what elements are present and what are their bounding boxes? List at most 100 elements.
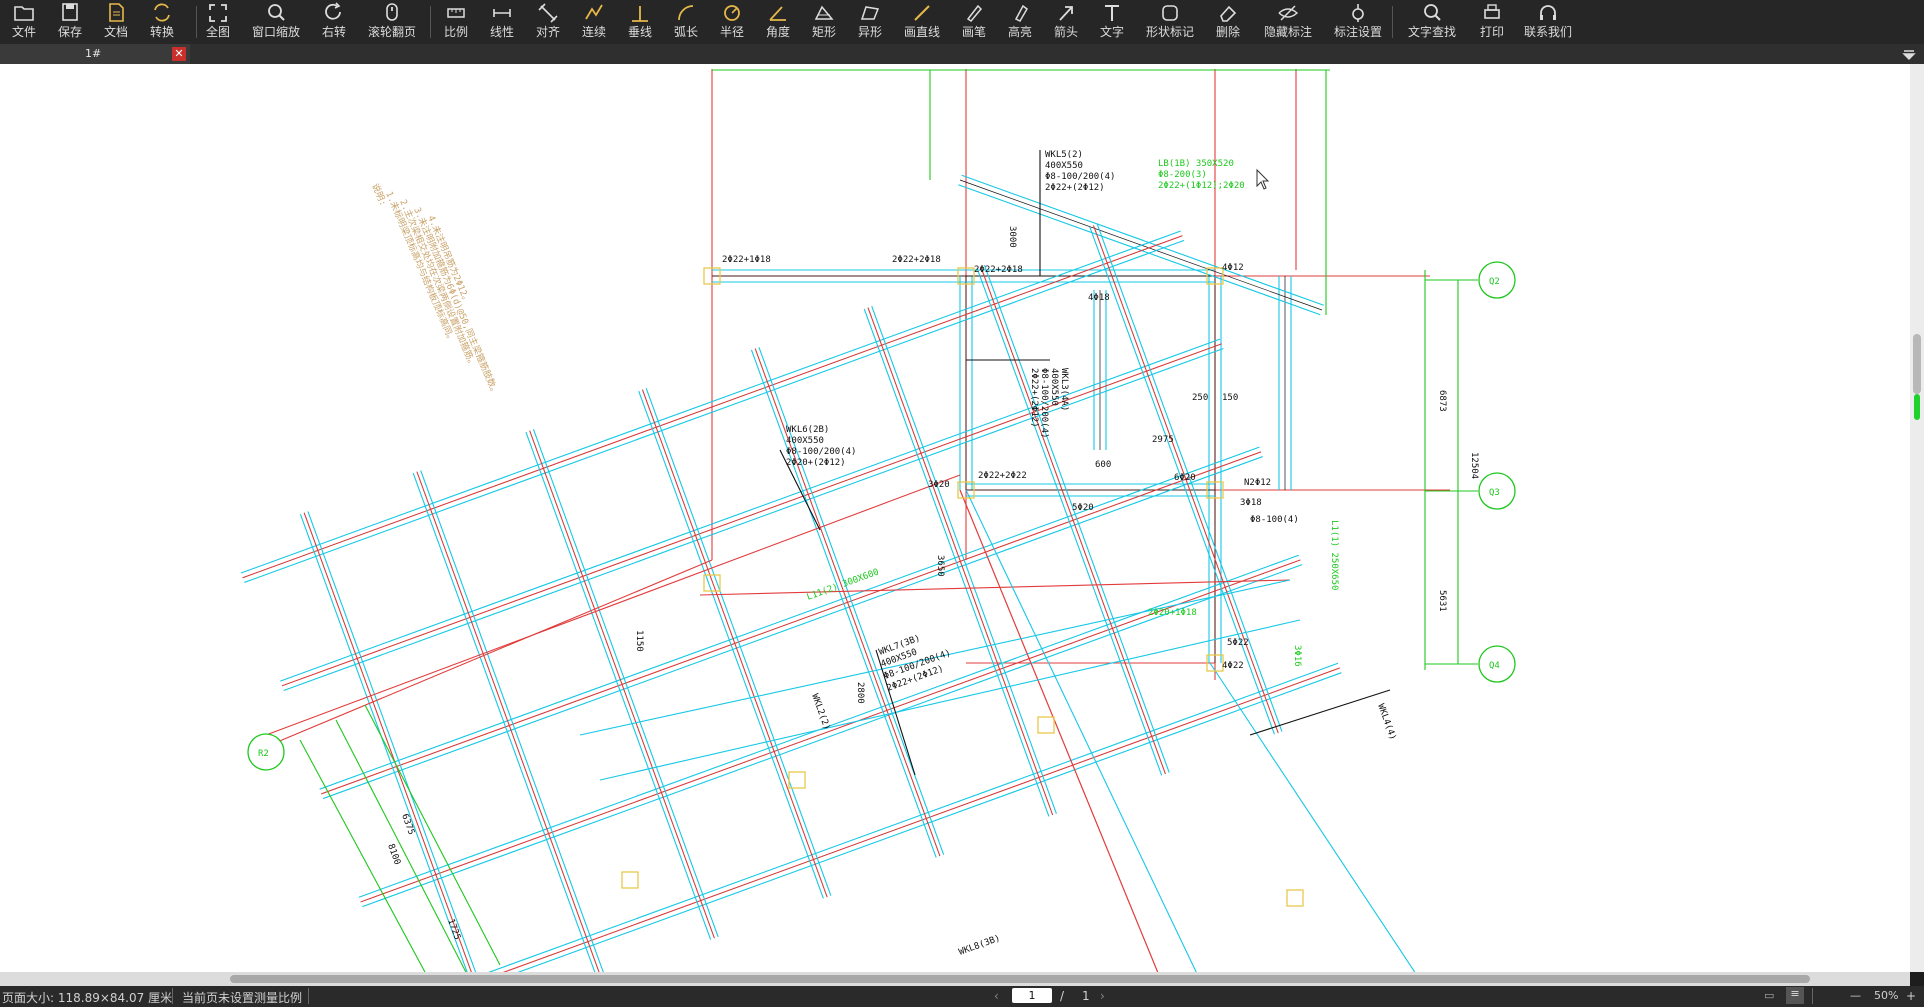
drawing-text: 1150: [634, 630, 644, 652]
drawing-line: [758, 347, 945, 855]
drawing-text: R2: [258, 749, 269, 759]
vertical-scrollbar[interactable]: [1910, 64, 1924, 972]
drawing-text: Q3: [1489, 488, 1500, 498]
document-tab-bar: 1# ✕: [0, 44, 1924, 64]
toolbar-button-linear-dim[interactable]: 线性: [486, 0, 518, 44]
drawing-text: 4Φ18: [1088, 293, 1110, 303]
arc-length-icon: [678, 5, 694, 21]
drawing-canvas[interactable]: Q2 Q3 Q4 R2 6873 12504 5631 6375 8100 1725 3000 365…: [0, 64, 1910, 972]
toolbar-button-angle[interactable]: 角度: [762, 0, 794, 44]
drawing-text: WKL4(4): [1375, 703, 1397, 742]
toolbar-button-headset[interactable]: 联系我们: [1519, 0, 1577, 44]
toolbar-button-convert[interactable]: 转换: [146, 0, 178, 44]
drawing-line: [416, 471, 600, 972]
mouse-cursor-icon: [1256, 168, 1270, 190]
page-number-input[interactable]: 1: [1012, 988, 1052, 1003]
zoom-level[interactable]: 50%: [1874, 989, 1898, 1002]
scale-status-label[interactable]: 当前页未设置测量比例: [182, 989, 302, 1006]
drawing-line: [525, 431, 712, 940]
toolbar-label: 形状标记: [1145, 25, 1194, 39]
toolbar-label: 滚轮翻页: [367, 25, 416, 39]
toolbar-button-annotation-settings[interactable]: 标注设置: [1329, 0, 1387, 44]
toolbar-button-rectangle-area[interactable]: 矩形: [808, 0, 840, 44]
status-divider: [1812, 988, 1813, 1004]
drawing-text: WKL6(2B): [786, 425, 829, 435]
drawing-text: 2Φ20+1Φ18: [1148, 608, 1197, 618]
drawing-text: 3.未注明附加箍筋为6Φ(d)@50,同主梁箍筋肢数。: [411, 205, 502, 397]
drawing-text: 250: [1192, 393, 1208, 403]
horizontal-scroll-thumb[interactable]: [230, 975, 1810, 983]
toolbar-button-zoom[interactable]: 窗口缩放: [247, 0, 305, 44]
prev-page-icon[interactable]: ‹: [994, 989, 999, 1003]
toolbar-label: 线性: [489, 25, 514, 39]
column-marker: [621, 871, 639, 889]
continuous-view-icon[interactable]: ≡: [1786, 987, 1804, 1004]
perpendicular-icon: [632, 6, 648, 22]
rotate-right-icon: [325, 2, 341, 20]
drawing-text: 12504: [1469, 452, 1479, 479]
toolbar-button-rotate-right[interactable]: 右转: [318, 0, 350, 44]
column-marker: [1037, 716, 1055, 734]
drawing-line: [983, 264, 1170, 773]
aligned-dim-icon: [538, 3, 558, 23]
zoom-out-button[interactable]: —: [1850, 989, 1861, 1002]
rectangle-area-icon: [814, 5, 834, 20]
vertical-scroll-thumb[interactable]: [1913, 334, 1921, 394]
drawing-text: 6375: [399, 813, 416, 837]
polygon-area-icon: [860, 6, 880, 20]
drawing-line: [364, 704, 501, 966]
toolbar-button-arc-length[interactable]: 弧长: [670, 0, 702, 44]
toolbar-button-highlight[interactable]: 高亮: [1004, 0, 1036, 44]
toolbar-label: 对齐: [535, 25, 560, 39]
toolbar-button-pen[interactable]: 画笔: [958, 0, 990, 44]
drawing-text: 3Φ20: [928, 480, 950, 490]
single-page-view-icon[interactable]: ▭: [1764, 989, 1774, 1002]
toolbar-button-aligned-dim[interactable]: 对齐: [532, 0, 564, 44]
toolbar-button-continuous-dim[interactable]: 连续: [578, 0, 610, 44]
toolbar-button-scale[interactable]: 比例: [440, 0, 472, 44]
tab-menu-icon[interactable]: [1902, 47, 1916, 61]
toolbar-button-print[interactable]: 打印: [1476, 0, 1508, 44]
drawing-text: 2Φ22+1Φ18: [722, 255, 771, 265]
drawing-text: 4Φ12: [1222, 263, 1244, 273]
toolbar-button-perpendicular[interactable]: 垂线: [624, 0, 656, 44]
arrow-icon: [1059, 6, 1073, 21]
toolbar-button-arrow[interactable]: 箭头: [1050, 0, 1082, 44]
toolbar-button-polygon-area[interactable]: 异形: [854, 0, 886, 44]
toolbar-label: 标注设置: [1333, 25, 1382, 39]
toolbar-button-fullview[interactable]: 全图: [202, 0, 234, 44]
column-marker: [1286, 889, 1304, 907]
toolbar-button-mouse-wheel[interactable]: 滚轮翻页: [363, 0, 421, 44]
toolbar-button-document[interactable]: 文档: [100, 0, 132, 44]
toolbar-button-radius[interactable]: 半径: [716, 0, 748, 44]
drawing-text: N2Φ12: [1244, 478, 1271, 488]
horizontal-scrollbar[interactable]: [0, 972, 1910, 986]
page-separator: /: [1060, 989, 1065, 1003]
document-tab[interactable]: 1# ✕: [0, 44, 190, 64]
toolbar-button-save[interactable]: 保存: [54, 0, 86, 44]
toolbar-button-search[interactable]: 文字查找: [1403, 0, 1461, 44]
toolbar-button-shape-mark[interactable]: 形状标记: [1141, 0, 1199, 44]
toolbar-button-folder[interactable]: 文件: [8, 0, 40, 44]
drawing-text: 6Φ20: [1174, 473, 1196, 483]
zoom-in-button[interactable]: +: [1906, 989, 1916, 1003]
drawing-text: 3Φ16: [1292, 645, 1302, 667]
toolbar-button-eye-hide[interactable]: 隐藏标注: [1259, 0, 1317, 44]
folder-icon: [14, 6, 34, 21]
headset-icon: [1540, 5, 1556, 20]
toolbar-button-text[interactable]: 文字: [1096, 0, 1128, 44]
drawing-text: 400X550: [786, 436, 824, 446]
drawing-text: 5Φ20: [1072, 503, 1094, 513]
toolbar-button-eraser[interactable]: 删除: [1212, 0, 1244, 44]
toolbar-button-line[interactable]: 画直线: [900, 0, 945, 44]
drawing-line: [699, 579, 1291, 596]
drawing-line: [529, 430, 715, 939]
drawing-text: 2Φ22+(2Φ12): [1029, 368, 1039, 428]
drawing-line: [750, 349, 937, 858]
drawing-text: 400X550: [1045, 161, 1083, 171]
drawing-text: 5Φ22: [1227, 638, 1249, 648]
next-page-icon[interactable]: ›: [1100, 989, 1105, 1003]
scale-icon: [447, 8, 465, 18]
tab-close-icon[interactable]: ✕: [172, 47, 186, 61]
drawing-text: 2Φ20+(2Φ12): [786, 458, 846, 468]
